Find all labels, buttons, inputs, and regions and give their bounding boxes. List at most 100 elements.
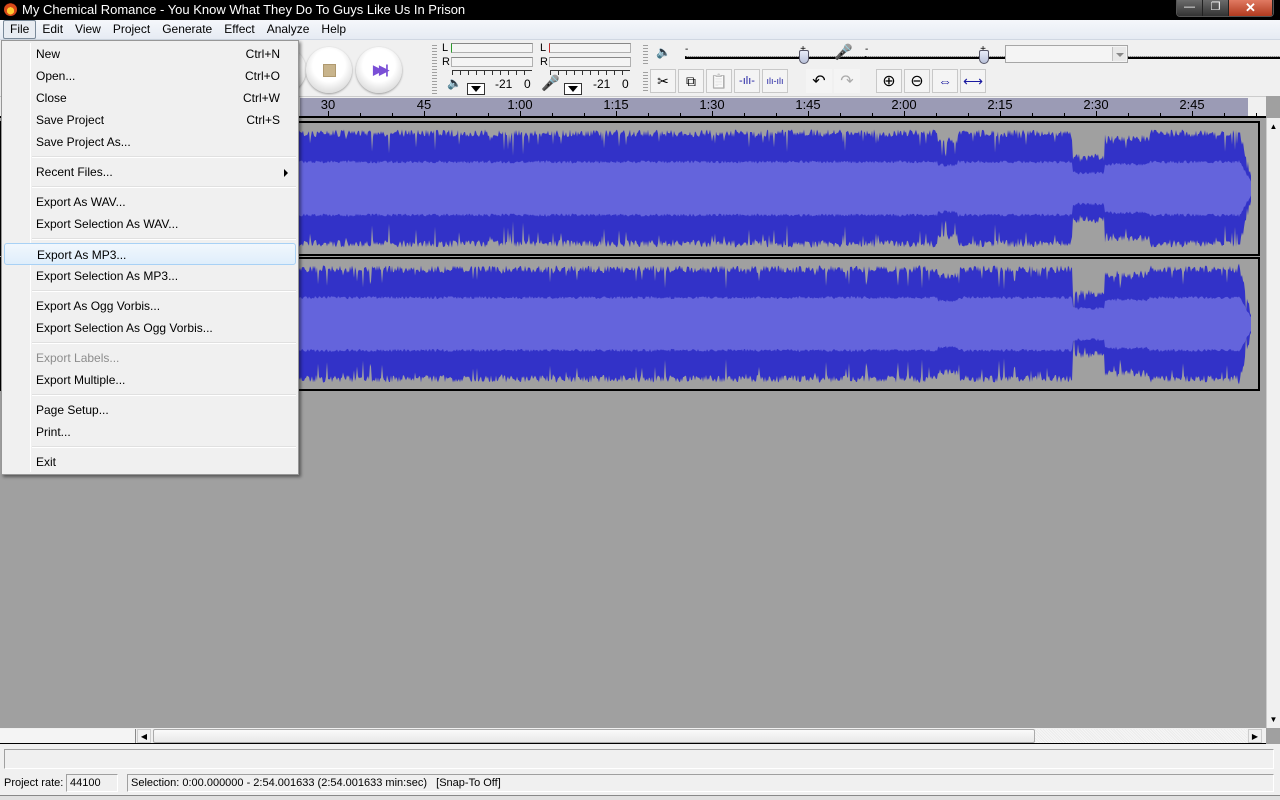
input-volume-thumb[interactable] (979, 50, 989, 64)
cut-button[interactable]: ✂ (650, 69, 676, 93)
trim-icon: -ılı- (739, 75, 755, 87)
scroll-up-arrow-icon[interactable]: ▲ (1267, 120, 1280, 133)
playback-meter[interactable]: L R 🔈 -21 0 (440, 42, 536, 95)
menu-item-export-as-mp3[interactable]: Export As MP3... (4, 243, 296, 265)
output-volume-thumb[interactable] (799, 50, 809, 64)
trim-button[interactable]: -ılı- (734, 69, 760, 93)
redo-button[interactable]: ↷ (834, 69, 860, 93)
menu-item-close[interactable]: Close Ctrl+W (4, 87, 296, 109)
ruler-major-tick (1096, 111, 1097, 116)
paste-icon: 📋 (710, 72, 728, 89)
menu-item-save-project[interactable]: Save Project Ctrl+S (4, 109, 296, 131)
slider-min-label: - (865, 44, 869, 55)
output-volume-slider[interactable]: - + (685, 44, 1280, 64)
ruler-major-tick (1000, 111, 1001, 116)
menu-separator (32, 342, 296, 344)
ruler-minor-tick (552, 113, 553, 116)
menu-view[interactable]: View (69, 20, 107, 39)
ruler-major-tick (712, 111, 713, 116)
ruler-minor-tick (776, 113, 777, 116)
slider-min-label: - (685, 44, 689, 55)
ruler-minor-tick (1032, 113, 1033, 116)
silence-icon: ılı-ılı (766, 76, 784, 86)
minimize-button[interactable]: — (1177, 0, 1203, 16)
silence-button[interactable]: ılı-ılı (762, 69, 788, 93)
ruler-major-tick (520, 111, 521, 116)
undo-button[interactable]: ↶ (806, 69, 832, 93)
undo-icon: ↶ (812, 73, 826, 90)
maximize-button[interactable]: ❐ (1203, 0, 1229, 16)
chevron-down-icon[interactable] (1112, 47, 1126, 61)
toolbar-grip[interactable] (643, 43, 648, 65)
ruler-minor-tick (680, 113, 681, 116)
close-button[interactable]: ✕ (1229, 0, 1273, 16)
vertical-scrollbar[interactable]: ▲ ▼ (1266, 118, 1280, 728)
menu-item-export-as-wav[interactable]: Export As WAV... (4, 191, 296, 213)
menu-item-print[interactable]: Print... (4, 421, 296, 443)
ruler-minor-tick (488, 113, 489, 116)
project-rate-field[interactable]: 44100 (66, 774, 118, 792)
recording-meter-menu-button[interactable] (564, 83, 582, 95)
window-title: My Chemical Romance - You Know What They… (22, 2, 466, 17)
ruler-minor-tick (1064, 113, 1065, 116)
menu-item-export-as-ogg-vorbis[interactable]: Export As Ogg Vorbis... (4, 295, 296, 317)
input-volume-slider[interactable]: - + (865, 44, 1280, 64)
menu-item-exit[interactable]: Exit (4, 451, 296, 473)
playback-meter-left-bar (451, 43, 533, 53)
status-message-bar (4, 749, 1274, 769)
playback-meter-menu-button[interactable] (467, 83, 485, 95)
recording-meter[interactable]: L R 🎤 -21 0 (538, 42, 634, 95)
menu-generate[interactable]: Generate (156, 20, 218, 39)
ruler-tick-label: 2:00 (891, 97, 917, 112)
input-source-select[interactable] (1005, 45, 1128, 63)
fit-selection-icon: ⇔ (938, 73, 952, 89)
menu-effect[interactable]: Effect (218, 20, 260, 39)
menu-item-export-selection-as-wav[interactable]: Export Selection As WAV... (4, 213, 296, 235)
menu-project[interactable]: Project (107, 20, 156, 39)
recording-meter-left-bar (549, 43, 631, 53)
horizontal-scroll-thumb[interactable] (153, 729, 1035, 743)
ruler-tick-label: 1:00 (507, 97, 533, 112)
menu-analyze[interactable]: Analyze (261, 20, 316, 39)
menu-item-save-project-as[interactable]: Save Project As... (4, 131, 296, 153)
fit-project-button[interactable]: ⟷ (960, 69, 986, 93)
stop-button[interactable] (306, 47, 352, 93)
toolbar-grip[interactable] (432, 43, 437, 95)
paste-button[interactable]: 📋 (706, 69, 732, 93)
zoom-out-button[interactable]: ⊖ (904, 69, 930, 93)
ruler-tick-label: 30 (320, 97, 336, 112)
menu-item-page-setup[interactable]: Page Setup... (4, 399, 296, 421)
ruler-minor-tick (936, 113, 937, 116)
scroll-down-arrow-icon[interactable]: ▼ (1267, 713, 1280, 726)
zoom-in-button[interactable]: ⊕ (876, 69, 902, 93)
menu-bar: File Edit View Project Generate Effect A… (0, 20, 1280, 40)
meter-channel-label: L (540, 42, 547, 54)
ruler-major-tick (616, 111, 617, 116)
menu-file[interactable]: File (3, 20, 37, 39)
meter-scale-label: 0 (622, 77, 629, 91)
menu-item-export-selection-as-ogg-vorbis[interactable]: Export Selection As Ogg Vorbis... (4, 317, 296, 339)
scroll-left-arrow-icon[interactable]: ◀ (137, 729, 151, 743)
menu-item-new[interactable]: New Ctrl+N (4, 43, 296, 65)
menu-item-export-multiple[interactable]: Export Multiple... (4, 369, 296, 391)
skip-to-end-icon: ▶▶| (373, 62, 389, 77)
scissors-icon: ✂ (657, 72, 669, 89)
horizontal-scrollbar[interactable]: ◀ ▶ (0, 728, 1266, 744)
menu-item-label: Save Project (36, 113, 105, 127)
menu-item-shortcut: Ctrl+W (243, 91, 280, 105)
skip-to-end-button[interactable]: ▶▶| (356, 47, 402, 93)
menu-item-label: Exit (36, 455, 57, 469)
menu-item-recent-files[interactable]: Recent Files... (4, 161, 296, 183)
menu-item-label: Save Project As... (36, 135, 131, 149)
copy-button[interactable]: ⧉ (678, 69, 704, 93)
menu-item-export-selection-as-mp3[interactable]: Export Selection As MP3... (4, 265, 296, 287)
toolbar-grip[interactable] (643, 70, 648, 92)
menu-item-label: Export Labels... (36, 351, 120, 365)
meter-scale-label: -21 (495, 77, 513, 91)
menu-edit[interactable]: Edit (36, 20, 69, 39)
playback-meter-right-bar (451, 57, 533, 67)
menu-help[interactable]: Help (315, 20, 352, 39)
menu-item-open[interactable]: Open... Ctrl+O (4, 65, 296, 87)
scroll-right-arrow-icon[interactable]: ▶ (1248, 729, 1262, 743)
fit-selection-button[interactable]: ⇔ (932, 69, 958, 93)
